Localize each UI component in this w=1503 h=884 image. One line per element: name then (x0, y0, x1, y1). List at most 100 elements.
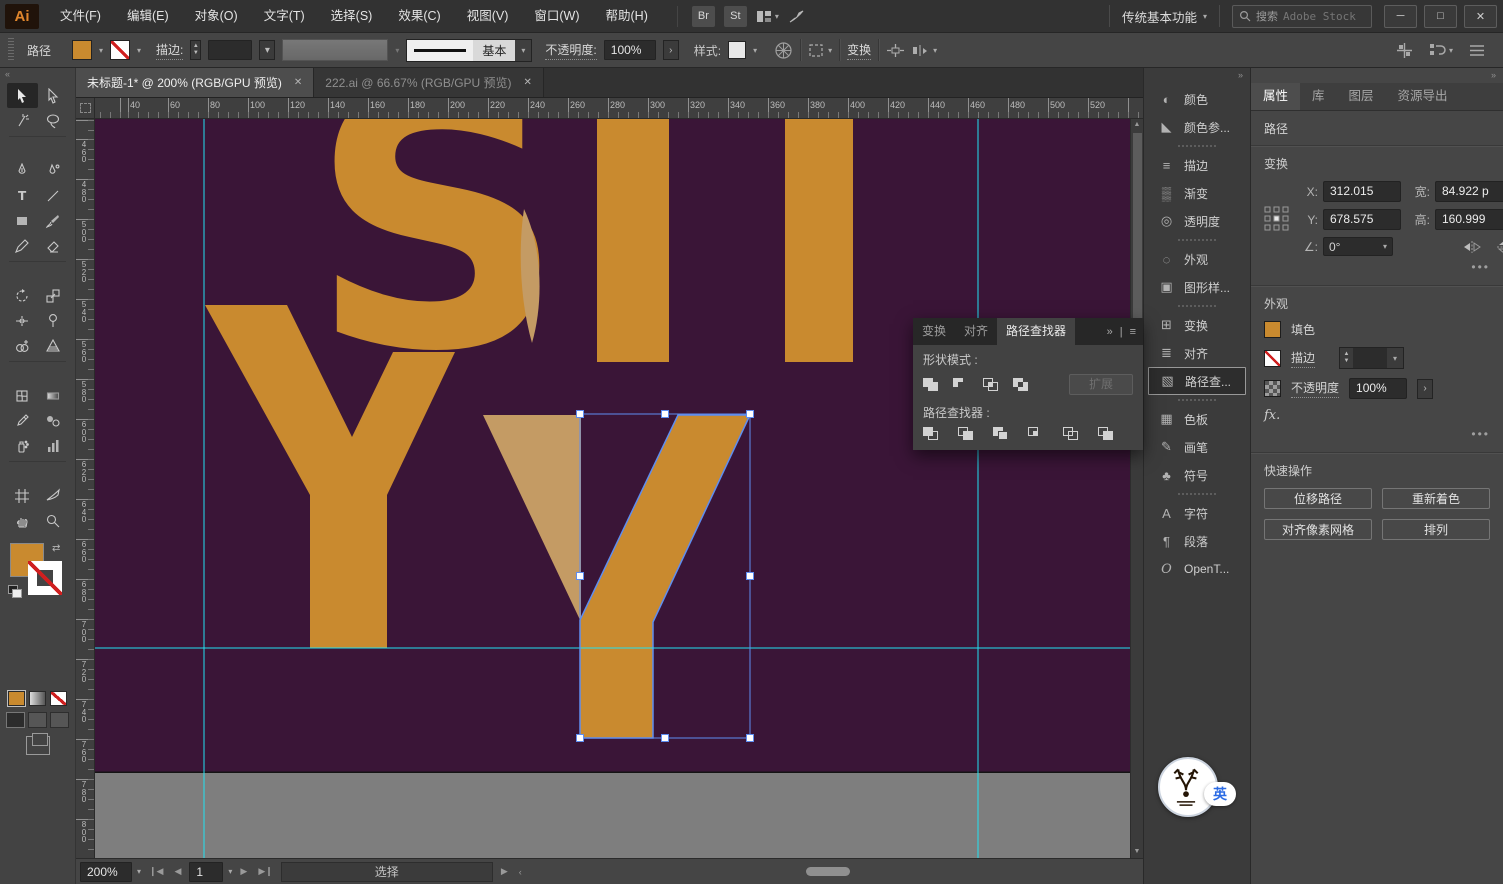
tool-gradient[interactable] (38, 383, 69, 408)
previous-artboard-button[interactable]: ◀ (171, 866, 184, 877)
panel-button-appearance[interactable]: ◌ 外观 (1148, 245, 1246, 273)
panel-button-swatches[interactable]: ▦ 色板 (1148, 405, 1246, 433)
horizontal-ruler[interactable]: 40 60 80 100 120 140 160 180 200 220 240 260 280 300 3… (95, 98, 1143, 119)
tool-shaper[interactable] (7, 233, 38, 258)
paint-none-button[interactable] (50, 691, 67, 706)
chevron-down-icon[interactable]: ▾ (99, 46, 103, 55)
panel-button-transform[interactable]: ⊞ 变换 (1148, 311, 1246, 339)
menu-list-icon[interactable] (1469, 44, 1485, 57)
tool-symbol-sprayer[interactable] (7, 433, 38, 458)
dock-collapse-icon[interactable]: » (1144, 68, 1250, 85)
chevron-down-icon[interactable]: ▾ (137, 46, 141, 55)
artboard-number-field[interactable]: 1 (189, 861, 224, 882)
opacity-label[interactable]: 不透明度 (1291, 379, 1340, 398)
stroke-weight-control[interactable]: ▲ ▼ ▾ (1339, 347, 1405, 369)
draw-inside-button[interactable] (50, 712, 69, 728)
tool-lasso[interactable] (38, 108, 69, 133)
flip-horizontal-icon[interactable] (1462, 240, 1482, 254)
panel-collapse-icon[interactable]: » (1107, 326, 1113, 338)
quick-action-3[interactable]: 排列 (1382, 519, 1490, 540)
screen-mode-button[interactable] (25, 733, 50, 755)
transform-link[interactable]: 变换 (847, 41, 872, 60)
letter-bar-2[interactable] (785, 119, 853, 362)
tool-perspective-grid[interactable] (38, 333, 69, 358)
draw-behind-button[interactable] (28, 712, 47, 728)
tool-column-graph[interactable] (38, 433, 69, 458)
align-grid-icon[interactable] (1396, 42, 1413, 59)
tool-artboard[interactable] (7, 483, 38, 508)
unite-button[interactable] (923, 378, 938, 391)
fill-label[interactable]: 填色 (1291, 321, 1315, 338)
tool-selection[interactable] (7, 83, 38, 108)
menu-item-0[interactable]: 文件(F) (47, 0, 114, 33)
stroke-indicator-none[interactable] (28, 561, 62, 595)
stroke-weight-stepper[interactable]: ▲ ▼ (190, 40, 202, 60)
menu-item-3[interactable]: 文字(T) (251, 0, 318, 33)
zoom-level-field[interactable]: 200% (80, 861, 132, 882)
close-icon[interactable]: ✕ (524, 77, 532, 88)
menu-item-6[interactable]: 视图(V) (454, 0, 522, 33)
tool-magic-wand[interactable] (7, 108, 38, 133)
tool-rectangle[interactable] (7, 208, 38, 233)
illustrator-logo[interactable]: Ai (5, 3, 39, 29)
panel-button-color[interactable]: ◐ 颜色 (1148, 85, 1246, 113)
opacity-value[interactable]: 100% (603, 40, 656, 60)
panel-button-transparency[interactable]: ◎ 透明度 (1148, 207, 1246, 235)
paint-color-button[interactable] (7, 690, 26, 707)
intersect-button[interactable] (983, 378, 998, 391)
rotation-dropdown[interactable]: 0° ▾ (1323, 237, 1393, 256)
artboard-dropdown-icon[interactable]: ▾ (228, 867, 232, 876)
canvas[interactable]: S (95, 119, 1130, 858)
horizontal-scroll-thumb[interactable] (806, 867, 850, 876)
scroll-down-icon[interactable]: ▼ (1131, 846, 1143, 858)
rocket-icon[interactable] (788, 9, 805, 24)
minimize-button[interactable]: ─ (1384, 4, 1417, 28)
chevron-down-icon[interactable]: ▾ (753, 46, 757, 55)
tool-mesh[interactable] (7, 383, 38, 408)
panel-button-color-guide[interactable]: ◣ 颜色参... (1148, 113, 1246, 141)
outline-button[interactable] (1063, 427, 1078, 440)
opacity-dropdown[interactable]: › (662, 40, 679, 60)
align-objects-icon[interactable] (886, 43, 905, 58)
opacity-expand-icon[interactable]: › (1417, 378, 1434, 399)
ruler-origin-corner[interactable] (76, 98, 95, 119)
tool-zoom[interactable] (38, 508, 69, 533)
properties-tab-3[interactable]: 资源导出 (1386, 83, 1460, 110)
panel-button-character[interactable]: A 字符 (1148, 499, 1246, 527)
menu-item-5[interactable]: 效果(C) (385, 0, 453, 33)
pathfinder-tab-0[interactable]: 变换 (913, 318, 955, 345)
tool-curvature[interactable] (38, 158, 69, 183)
next-artboard-button[interactable]: ▶ (237, 866, 250, 877)
select-similar-objects-button[interactable]: ▾ (808, 43, 832, 58)
tool-direct-selection[interactable] (38, 83, 69, 108)
tool-eraser[interactable] (38, 233, 69, 258)
tool-shape-builder[interactable] (7, 333, 38, 358)
document-tab-0[interactable]: 未标题-1* @ 200% (RGB/GPU 预览) ✕ (76, 68, 315, 97)
fill-color-swatch[interactable] (72, 40, 93, 60)
trim-button[interactable] (958, 427, 973, 440)
first-artboard-button[interactable]: ❙◀ (146, 866, 166, 877)
style-swatch[interactable] (728, 41, 747, 59)
tool-blend[interactable] (38, 408, 69, 433)
menu-item-7[interactable]: 窗口(W) (521, 0, 592, 33)
tool-eyedropper[interactable] (7, 408, 38, 433)
minus-back-button[interactable] (1098, 427, 1113, 440)
width-field[interactable]: 84.922 p (1435, 181, 1503, 202)
y-field[interactable]: 678.575 (1323, 209, 1401, 230)
panel-menu-icon[interactable]: ≡ (1130, 326, 1136, 338)
zoom-dropdown-icon[interactable]: ▾ (137, 867, 141, 876)
panel-button-stroke[interactable]: ≡ 描边 (1148, 151, 1246, 179)
gpu-performance-button[interactable]: ▾ (756, 10, 779, 23)
x-field[interactable]: 312.015 (1323, 181, 1401, 202)
panel-button-align[interactable]: ≣ 对齐 (1148, 339, 1246, 367)
panel-button-opentype[interactable]: O OpenT... (1148, 555, 1246, 583)
brush-definition-dropdown[interactable]: 基本 ▾ (406, 38, 533, 62)
document-tab-1[interactable]: 222.ai @ 66.67% (RGB/GPU 预览) ✕ (314, 68, 544, 97)
swap-fill-stroke-icon[interactable]: ⇄ (52, 543, 60, 554)
recolor-artwork-icon[interactable] (774, 41, 793, 60)
maximize-button[interactable]: □ (1424, 4, 1457, 28)
document-setup-button[interactable]: ▾ (1429, 42, 1453, 58)
more-options-icon[interactable]: ••• (1264, 260, 1490, 274)
tool-puppet-warp[interactable] (38, 308, 69, 333)
panel-button-symbols[interactable]: ♣ 符号 (1148, 461, 1246, 489)
